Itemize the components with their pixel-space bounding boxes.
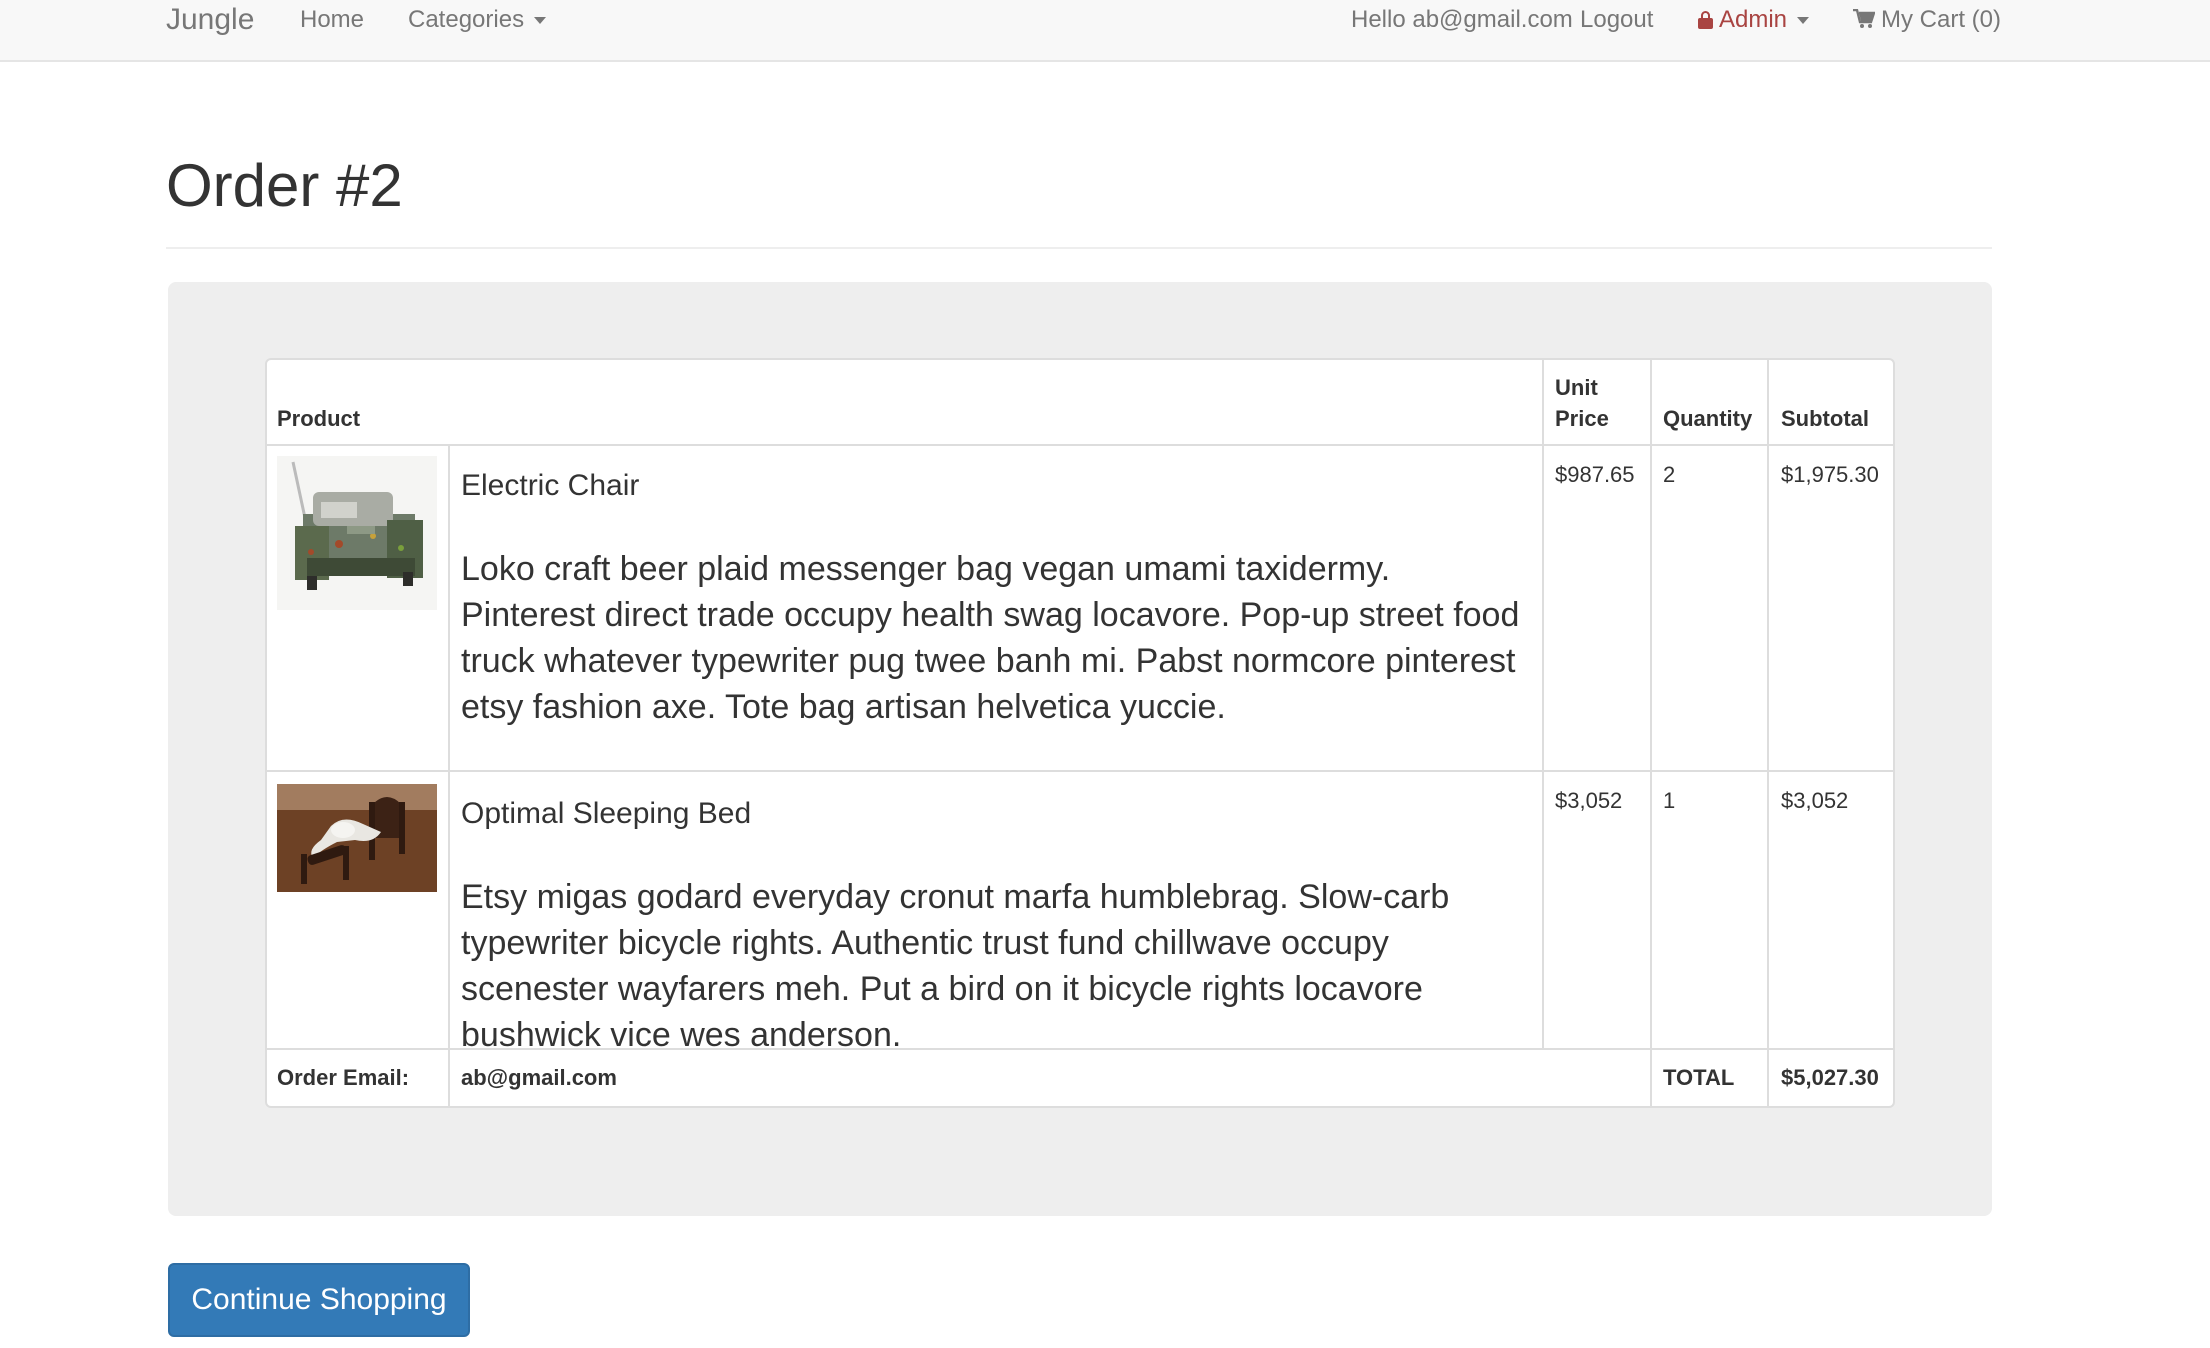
cart-label: My Cart (0) [1881, 6, 2001, 33]
nav-categories-dropdown[interactable]: Categories [408, 0, 547, 40]
order-table: Product Unit Price Quantity Subtotal Ele… [265, 358, 1895, 1108]
chevron-down-icon [1797, 17, 1810, 25]
header-subtotal: Subtotal [1781, 406, 1869, 431]
quantity: 2 [1663, 462, 1676, 487]
header-product: Product [277, 406, 361, 431]
column-divider [1542, 360, 1544, 1050]
unit-price: $987.65 [1555, 462, 1635, 487]
product-name[interactable]: Optimal Sleeping Bed [461, 794, 751, 834]
header-quantity: Quantity [1663, 406, 1753, 431]
electric-chair-image [277, 456, 437, 610]
column-divider [448, 444, 450, 1106]
navbar: Jungle Home Categories Hello ab@gmail.co… [0, 0, 2210, 62]
quantity: 1 [1663, 788, 1676, 813]
title-divider [166, 247, 1992, 249]
lock-icon [1698, 11, 1713, 29]
product-name[interactable]: Electric Chair [461, 466, 639, 506]
product-description: Etsy migas godard everyday cronut marfa … [461, 878, 1450, 1054]
unit-price: $3,052 [1555, 788, 1623, 813]
page-title: Order #2 [166, 152, 403, 219]
brand-link[interactable]: Jungle [166, 0, 254, 40]
column-divider [1650, 360, 1652, 1106]
column-divider [1767, 360, 1769, 1106]
subtotal: $3,052 [1781, 788, 1849, 813]
order-email-value: ab@gmail.com [461, 1065, 617, 1090]
chevron-down-icon [534, 17, 547, 25]
subtotal: $1,975.30 [1781, 462, 1879, 487]
continue-shopping-button[interactable]: Continue Shopping [168, 1263, 470, 1337]
user-greeting: Hello ab@gmail.com [1351, 6, 1573, 33]
admin-label: Admin [1719, 6, 1788, 33]
total-label: TOTAL [1663, 1065, 1735, 1090]
product-description: Loko craft beer plaid messenger bag vega… [461, 550, 1520, 726]
logout-link[interactable]: Logout [1580, 0, 1653, 40]
shopping-cart-icon [1853, 9, 1875, 28]
nav-home-link[interactable]: Home [300, 0, 364, 40]
header-unit-price-line2: Price [1555, 406, 1609, 431]
nav-categories-label: Categories [408, 6, 525, 33]
cart-link[interactable]: My Cart (0) [1853, 0, 2001, 40]
sleeping-bed-image [277, 784, 437, 892]
total-value: $5,027.30 [1781, 1065, 1879, 1090]
admin-dropdown[interactable]: Admin [1698, 0, 1810, 40]
order-email-label: Order Email: [277, 1065, 410, 1090]
header-unit-price-line1: Unit [1555, 375, 1598, 400]
